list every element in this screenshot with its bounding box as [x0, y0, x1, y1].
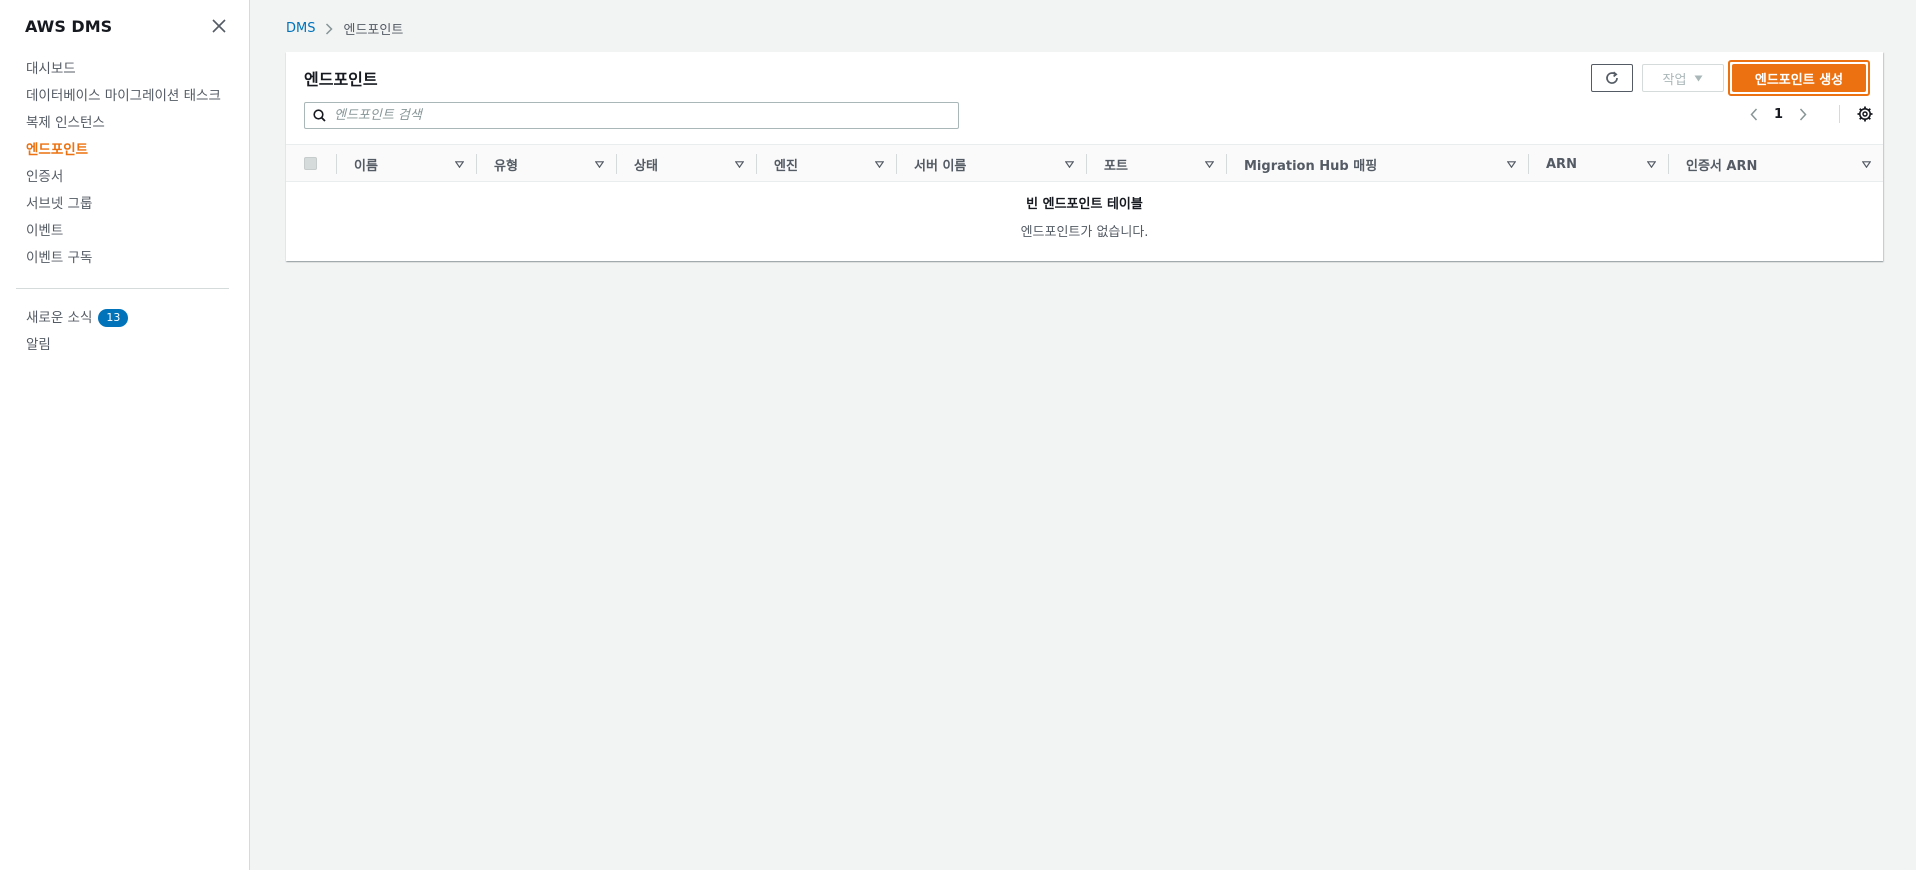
column-divider [1226, 154, 1227, 174]
sidebar-secondary-nav: 새로운 소식 13 알림 [0, 305, 249, 359]
page-number[interactable]: 1 [1774, 107, 1783, 122]
pagination: 1 [1750, 102, 1807, 126]
notification-badge: 13 [98, 309, 129, 327]
column-divider [476, 154, 477, 174]
column-label: Migration Hub 매핑 [1244, 158, 1378, 174]
column-divider [896, 154, 897, 174]
empty-state-message: 엔드포인트가 없습니다. [1020, 225, 1149, 240]
actions-dropdown-button[interactable]: 작업 [1642, 64, 1724, 92]
column-header-name[interactable]: 이름 [336, 145, 476, 183]
column-label: 포트 [1104, 158, 1128, 174]
search-box [304, 102, 959, 129]
sidebar-item-endpoints[interactable]: 엔드포인트 [0, 137, 249, 164]
column-header-server-name[interactable]: 서버 이름 [896, 145, 1086, 183]
column-header-type[interactable]: 유형 [476, 145, 616, 183]
sidebar-item-events[interactable]: 이벤트 [0, 218, 249, 245]
sort-icon [1647, 160, 1656, 168]
column-header-migration-hub-mapping[interactable]: Migration Hub 매핑 [1226, 145, 1528, 183]
column-header-certificate-arn[interactable]: 인증서 ARN [1668, 145, 1883, 183]
sidebar-nav: 대시보드 데이터베이스 마이그레이션 태스크 복제 인스턴스 엔드포인트 인증서… [0, 56, 249, 272]
table-header: 이름 유형 상태 엔진 서버 이름 포트 Migration Hub 매핑 AR… [286, 144, 1883, 182]
column-label: 유형 [494, 158, 518, 174]
sort-icon [1205, 160, 1214, 168]
column-header-engine[interactable]: 엔진 [756, 145, 896, 183]
sidebar-item-certificates[interactable]: 인증서 [0, 164, 249, 191]
sidebar-header: AWS DMS [0, 0, 249, 52]
sort-icon [1862, 160, 1871, 168]
column-label: 이름 [354, 158, 378, 174]
create-endpoint-button[interactable]: 엔드포인트 생성 [1732, 64, 1866, 92]
actions-label: 작업 [1662, 72, 1687, 88]
breadcrumb: DMS 엔드포인트 [286, 19, 403, 38]
column-label: 서버 이름 [914, 158, 967, 174]
breadcrumb-dms-link[interactable]: DMS [286, 21, 315, 36]
endpoints-table-panel: 엔드포인트 작업 엔드포인트 생성 1 [286, 52, 1883, 261]
column-label: 엔진 [774, 158, 798, 174]
sort-icon [735, 160, 744, 168]
select-all-checkbox[interactable] [304, 157, 317, 170]
sidebar-item-subnet-groups[interactable]: 서브넷 그룹 [0, 191, 249, 218]
column-divider [1086, 154, 1087, 174]
column-divider [336, 154, 337, 174]
chevron-right-icon [325, 22, 334, 35]
gear-icon[interactable] [1856, 105, 1874, 123]
panel-title: 엔드포인트 [304, 70, 378, 89]
column-divider [756, 154, 757, 174]
refresh-button[interactable] [1591, 64, 1633, 92]
select-all-cell [286, 145, 336, 183]
column-divider [616, 154, 617, 174]
sidebar-item-replication-instances[interactable]: 복제 인스턴스 [0, 110, 249, 137]
sort-icon [1065, 160, 1074, 168]
close-icon[interactable] [209, 16, 229, 36]
column-label: 상태 [634, 158, 658, 174]
column-header-arn[interactable]: ARN [1528, 145, 1668, 183]
whats-new-label: 새로운 소식 [26, 310, 93, 326]
sidebar-item-dashboard[interactable]: 대시보드 [0, 56, 249, 83]
chevron-right-icon[interactable] [1799, 107, 1807, 121]
sidebar-item-notifications[interactable]: 알림 [0, 332, 249, 359]
column-label: ARN [1546, 156, 1577, 172]
empty-state-title: 빈 엔드포인트 테이블 [1026, 197, 1143, 212]
refresh-icon [1606, 71, 1618, 84]
side-navigation: AWS DMS 대시보드 데이터베이스 마이그레이션 태스크 복제 인스턴스 엔… [0, 0, 250, 870]
main-content: DMS 엔드포인트 엔드포인트 작업 엔드포인트 생성 엔드포인트 검색 1 이… [250, 0, 1916, 870]
create-endpoint-focus-ring: 엔드포인트 생성 [1728, 60, 1870, 96]
column-divider [1668, 154, 1669, 174]
column-header-port[interactable]: 포트 [1086, 145, 1226, 183]
sort-icon [595, 160, 604, 168]
search-icon [313, 109, 326, 122]
sort-icon [875, 160, 884, 168]
caret-down-icon [1694, 75, 1703, 81]
chevron-left-icon[interactable] [1750, 107, 1758, 121]
sidebar-item-migration-tasks[interactable]: 데이터베이스 마이그레이션 태스크 [0, 83, 249, 110]
sort-icon [455, 160, 464, 168]
sidebar-item-whats-new[interactable]: 새로운 소식 13 [0, 305, 249, 332]
breadcrumb-current: 엔드포인트 [343, 23, 404, 38]
sidebar-divider [16, 288, 229, 289]
sidebar-title: AWS DMS [25, 16, 113, 36]
column-header-status[interactable]: 상태 [616, 145, 756, 183]
pagination-divider [1839, 105, 1840, 123]
search-input[interactable] [334, 108, 934, 123]
empty-table-state: 빈 엔드포인트 테이블 엔드포인트가 없습니다. [286, 193, 1883, 240]
sidebar-item-event-subscriptions[interactable]: 이벤트 구독 [0, 245, 249, 272]
column-divider [1528, 154, 1529, 174]
sort-icon [1507, 160, 1516, 168]
column-label: 인증서 ARN [1686, 158, 1758, 174]
